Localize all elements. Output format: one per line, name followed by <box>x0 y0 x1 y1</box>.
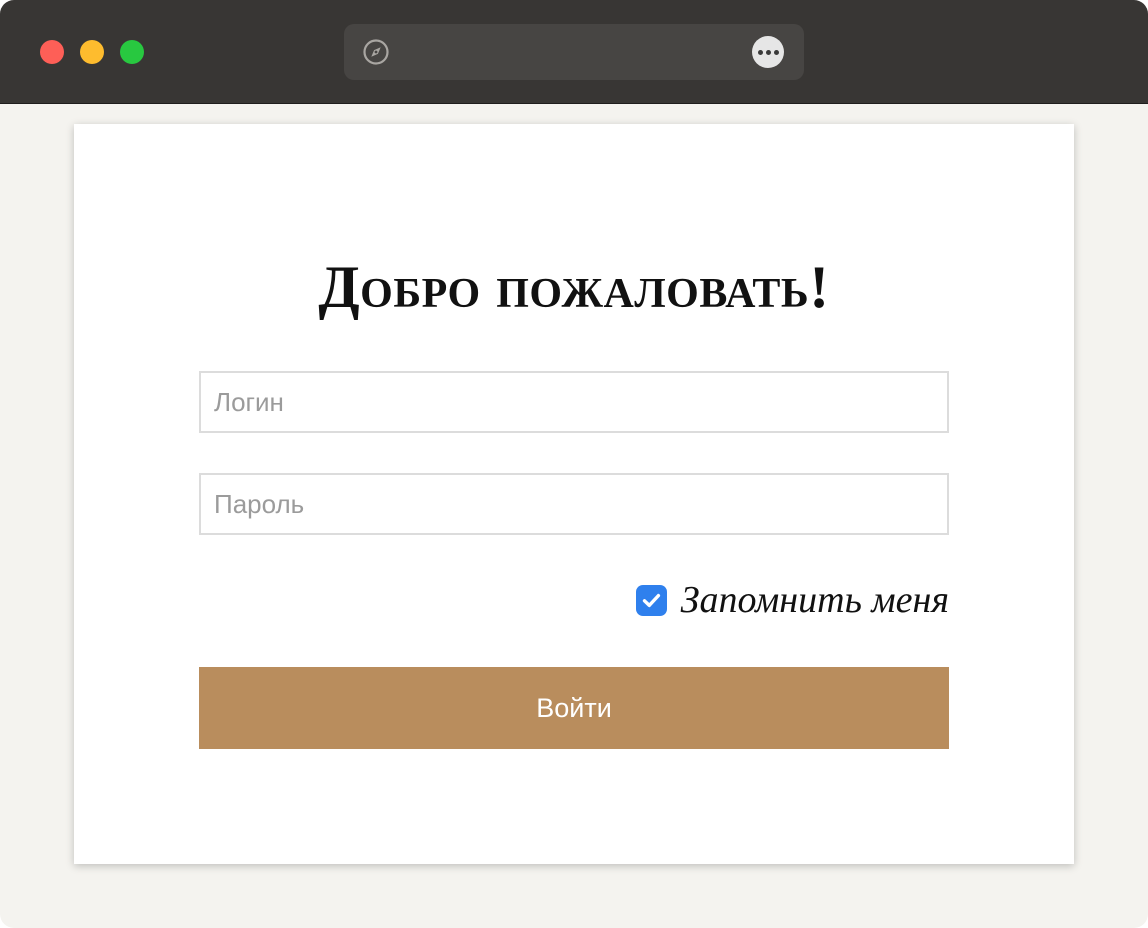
browser-window: Добро пожаловать! Запомнить меня Войти <box>0 0 1148 928</box>
remember-me-label: Запомнить меня <box>680 579 949 621</box>
login-input[interactable] <box>199 371 949 433</box>
page-title: Добро пожаловать! <box>318 254 830 320</box>
remember-me-checkbox[interactable] <box>635 584 667 616</box>
checkmark-icon <box>642 593 660 607</box>
more-options-icon[interactable] <box>752 36 784 68</box>
address-bar[interactable] <box>344 24 804 80</box>
more-options-dot <box>765 49 771 55</box>
login-button[interactable]: Войти <box>199 667 949 749</box>
minimize-window-button[interactable] <box>80 40 104 64</box>
password-input[interactable] <box>199 473 949 535</box>
more-options-dot <box>773 49 779 55</box>
login-card: Добро пожаловать! Запомнить меня Войти <box>74 124 1074 864</box>
title-bar <box>0 0 1148 104</box>
maximize-window-button[interactable] <box>120 40 144 64</box>
close-window-button[interactable] <box>40 40 64 64</box>
compass-icon <box>362 38 390 66</box>
more-options-dot <box>757 49 763 55</box>
remember-me-control[interactable]: Запомнить меня <box>635 574 949 626</box>
